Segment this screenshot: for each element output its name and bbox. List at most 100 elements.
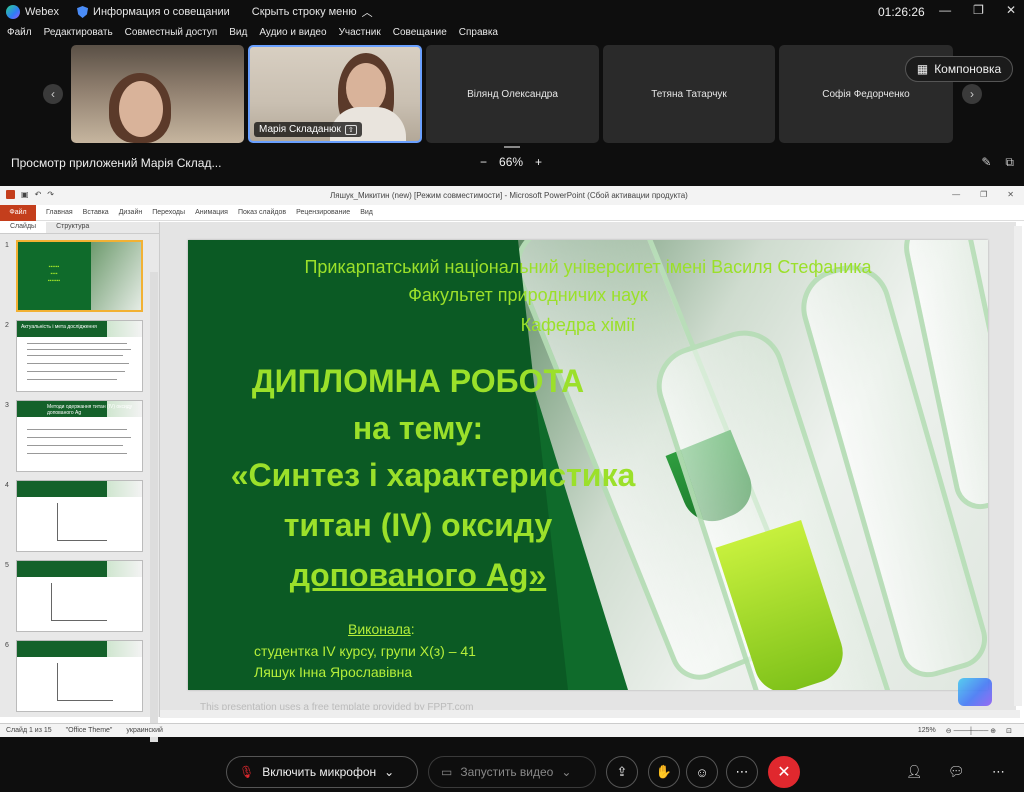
slide-thumb-2[interactable]: Актуальність і мета дослідження [16, 320, 143, 392]
slide-thumb-3[interactable]: Методи одержання титан (IV) оксиду допов… [16, 400, 143, 472]
save-icon[interactable]: ▣ [21, 190, 29, 199]
ppt-window-title: Ляшук_Микитин (new) [Режим совместимости… [330, 191, 688, 200]
hand-icon: ✋ [655, 764, 673, 779]
hide-menu-button[interactable]: Скрыть строку меню ︿ [252, 4, 373, 20]
hide-menu-label: Скрыть строку меню [251, 6, 357, 18]
close-icon: ✕ [777, 764, 791, 781]
raise-hand-button[interactable]: ✋ [648, 756, 680, 788]
fit-slide-icon[interactable]: ⊡ [1006, 727, 1012, 735]
participant-tile-3[interactable]: Вілянд Олександра [426, 45, 599, 143]
reactions-button[interactable]: ☺ [686, 756, 718, 788]
ppt-restore-icon[interactable]: ❐ [980, 190, 987, 199]
close-icon[interactable]: ✕ [1006, 3, 1016, 17]
meeting-controls: 🎙︎ Включить микрофон ⌄ ▭ Запустить видео… [0, 752, 1024, 792]
video-off-icon: ▭ [441, 765, 453, 779]
title-bar: Webex Информация о совещании Скрыть стро… [0, 0, 1024, 24]
tab-outline[interactable]: Структура [46, 222, 99, 233]
video-label: Запустить видео [460, 765, 554, 779]
request-control-icon[interactable]: ⧉ [1005, 155, 1014, 170]
horizontal-scrollbar[interactable] [160, 710, 1020, 718]
status-language: украинский [126, 727, 163, 734]
ribbon-review[interactable]: Рецензирование [296, 209, 350, 216]
annotate-icon[interactable]: ✎ [981, 155, 991, 170]
slide-number: 3 [5, 402, 9, 409]
undo-icon[interactable]: ↶ [35, 190, 42, 199]
chevron-left-icon[interactable]: ‹ [43, 84, 63, 104]
ribbon-design[interactable]: Дизайн [119, 209, 143, 216]
share-tools: ✎ ⧉ [981, 155, 1014, 170]
menu-file[interactable]: Файл [7, 27, 32, 43]
slide-topic-line-3: допованого Ag» [289, 557, 547, 593]
slide-thumb-6[interactable] [16, 640, 143, 712]
video-button[interactable]: ▭ Запустить видео ⌄ [428, 756, 596, 788]
ppt-minimize-icon[interactable]: — [952, 190, 960, 199]
slide-thumbnails: 1 ▪▪▪▪▪▪ ▪▪▪▪ ▪▪▪▪▪▪▪ 2 Актуальність і мет… [0, 236, 150, 716]
chat-icon[interactable]: 💬︎ [948, 764, 965, 780]
slide-number: 6 [5, 642, 9, 649]
slide-thumb-4[interactable] [16, 480, 143, 552]
ribbon-slideshow[interactable]: Показ слайдов [238, 209, 286, 216]
slide-performed-label: Виконала [348, 621, 411, 637]
shield-icon [77, 6, 89, 18]
more-icon[interactable]: ⋯ [992, 764, 1005, 780]
menu-meeting[interactable]: Совещание [393, 27, 447, 43]
restore-icon[interactable]: ❐ [973, 3, 984, 17]
menu-participant[interactable]: Участник [339, 27, 381, 43]
slide-thumb-5[interactable] [16, 560, 143, 632]
redo-icon[interactable]: ↷ [47, 190, 54, 199]
zoom-in-button[interactable]: + [535, 155, 542, 169]
zoom-out-button[interactable]: − [480, 155, 487, 169]
meeting-info-button[interactable]: Информация о совещании [77, 6, 230, 18]
minimize-icon[interactable]: — [939, 3, 951, 17]
participant-video-1[interactable] [71, 45, 244, 143]
share-icon: ⇪ [616, 764, 628, 779]
chevron-right-icon[interactable]: › [962, 84, 982, 104]
ppt-title-bar: ▣ ↶ ↷ Ляшук_Микитин (new) [Режим совмест… [0, 186, 1024, 205]
menu-help[interactable]: Справка [459, 27, 498, 43]
slide-performed-colon: : [410, 621, 415, 637]
leave-meeting-button[interactable]: ✕ [768, 756, 800, 788]
ribbon-animation[interactable]: Анимация [195, 209, 228, 216]
mute-button[interactable]: 🎙︎ Включить микрофон ⌄ [226, 756, 418, 788]
participant-name-chip: Марія Складанюк ⇧ [254, 122, 362, 137]
chevron-up-icon: ︿ [361, 7, 373, 19]
ribbon-view[interactable]: Вид [360, 209, 373, 216]
menu-view[interactable]: Вид [229, 27, 247, 43]
tab-slides[interactable]: Слайды [0, 222, 47, 233]
ribbon-transitions[interactable]: Переходы [152, 209, 185, 216]
participant-video-2[interactable]: Марія Складанюк ⇧ [248, 45, 422, 143]
vertical-scrollbar[interactable] [1014, 226, 1022, 706]
ribbon-home[interactable]: Главная [46, 209, 73, 216]
participants-icon[interactable]: 👤︎ [906, 764, 923, 780]
ribbon-file[interactable]: Файл [0, 204, 36, 221]
ellipsis-icon: ⋯ [735, 764, 749, 779]
participant-name-2: Марія Складанюк [259, 124, 341, 135]
slide-thumb-1[interactable]: ▪▪▪▪▪▪ ▪▪▪▪ ▪▪▪▪▪▪▪ [16, 240, 143, 312]
share-button[interactable]: ⇪ [606, 756, 638, 788]
ppt-ribbon-tabs: Файл Главная Вставка Дизайн Переходы Ани… [0, 204, 1024, 221]
slide-thumb-title: Методи одержання титан (IV) оксиду допов… [47, 404, 133, 416]
slides-panel-scrollbar[interactable] [150, 272, 158, 742]
chevron-down-icon[interactable]: ⌄ [384, 765, 394, 779]
layout-grid-icon: ▦ [916, 62, 929, 76]
menu-edit[interactable]: Редактировать [44, 27, 113, 43]
share-view-title: Просмотр приложений Марія Склад... [11, 156, 222, 170]
zoom-slider[interactable]: ⊖ ───┼─── ⊕ [946, 727, 996, 735]
ribbon-insert[interactable]: Вставка [83, 209, 109, 216]
slide-canvas: Прикарпатський національний університет … [160, 222, 1016, 712]
menu-share[interactable]: Совместный доступ [125, 27, 218, 43]
app-name: Webex [25, 6, 60, 18]
slides-panel: Слайды Структура 1 ▪▪▪▪▪▪ ▪▪▪▪ ▪▪▪▪▪▪▪ 2 А… [0, 222, 160, 742]
chevron-down-icon[interactable]: ⌄ [561, 765, 571, 779]
layout-button[interactable]: ▦ Компоновка [905, 56, 1013, 82]
mute-label: Включить микрофон [262, 765, 377, 779]
participant-tile-4[interactable]: Тетяна Татарчук [603, 45, 775, 143]
menu-audio-video[interactable]: Аудио и видео [259, 27, 326, 43]
slide-work-title: ДИПЛОМНА РОБОТА [251, 363, 585, 399]
more-options-button[interactable]: ⋯ [726, 756, 758, 788]
resize-handle[interactable] [504, 146, 520, 148]
ppt-status-bar: Слайд 1 из 15 "Office Theme" украинский … [0, 723, 1024, 737]
share-view-bar: Просмотр приложений Марія Склад... − 66%… [0, 150, 1024, 176]
ppt-close-icon[interactable]: ✕ [1007, 190, 1014, 199]
slide-number: 2 [5, 322, 9, 329]
